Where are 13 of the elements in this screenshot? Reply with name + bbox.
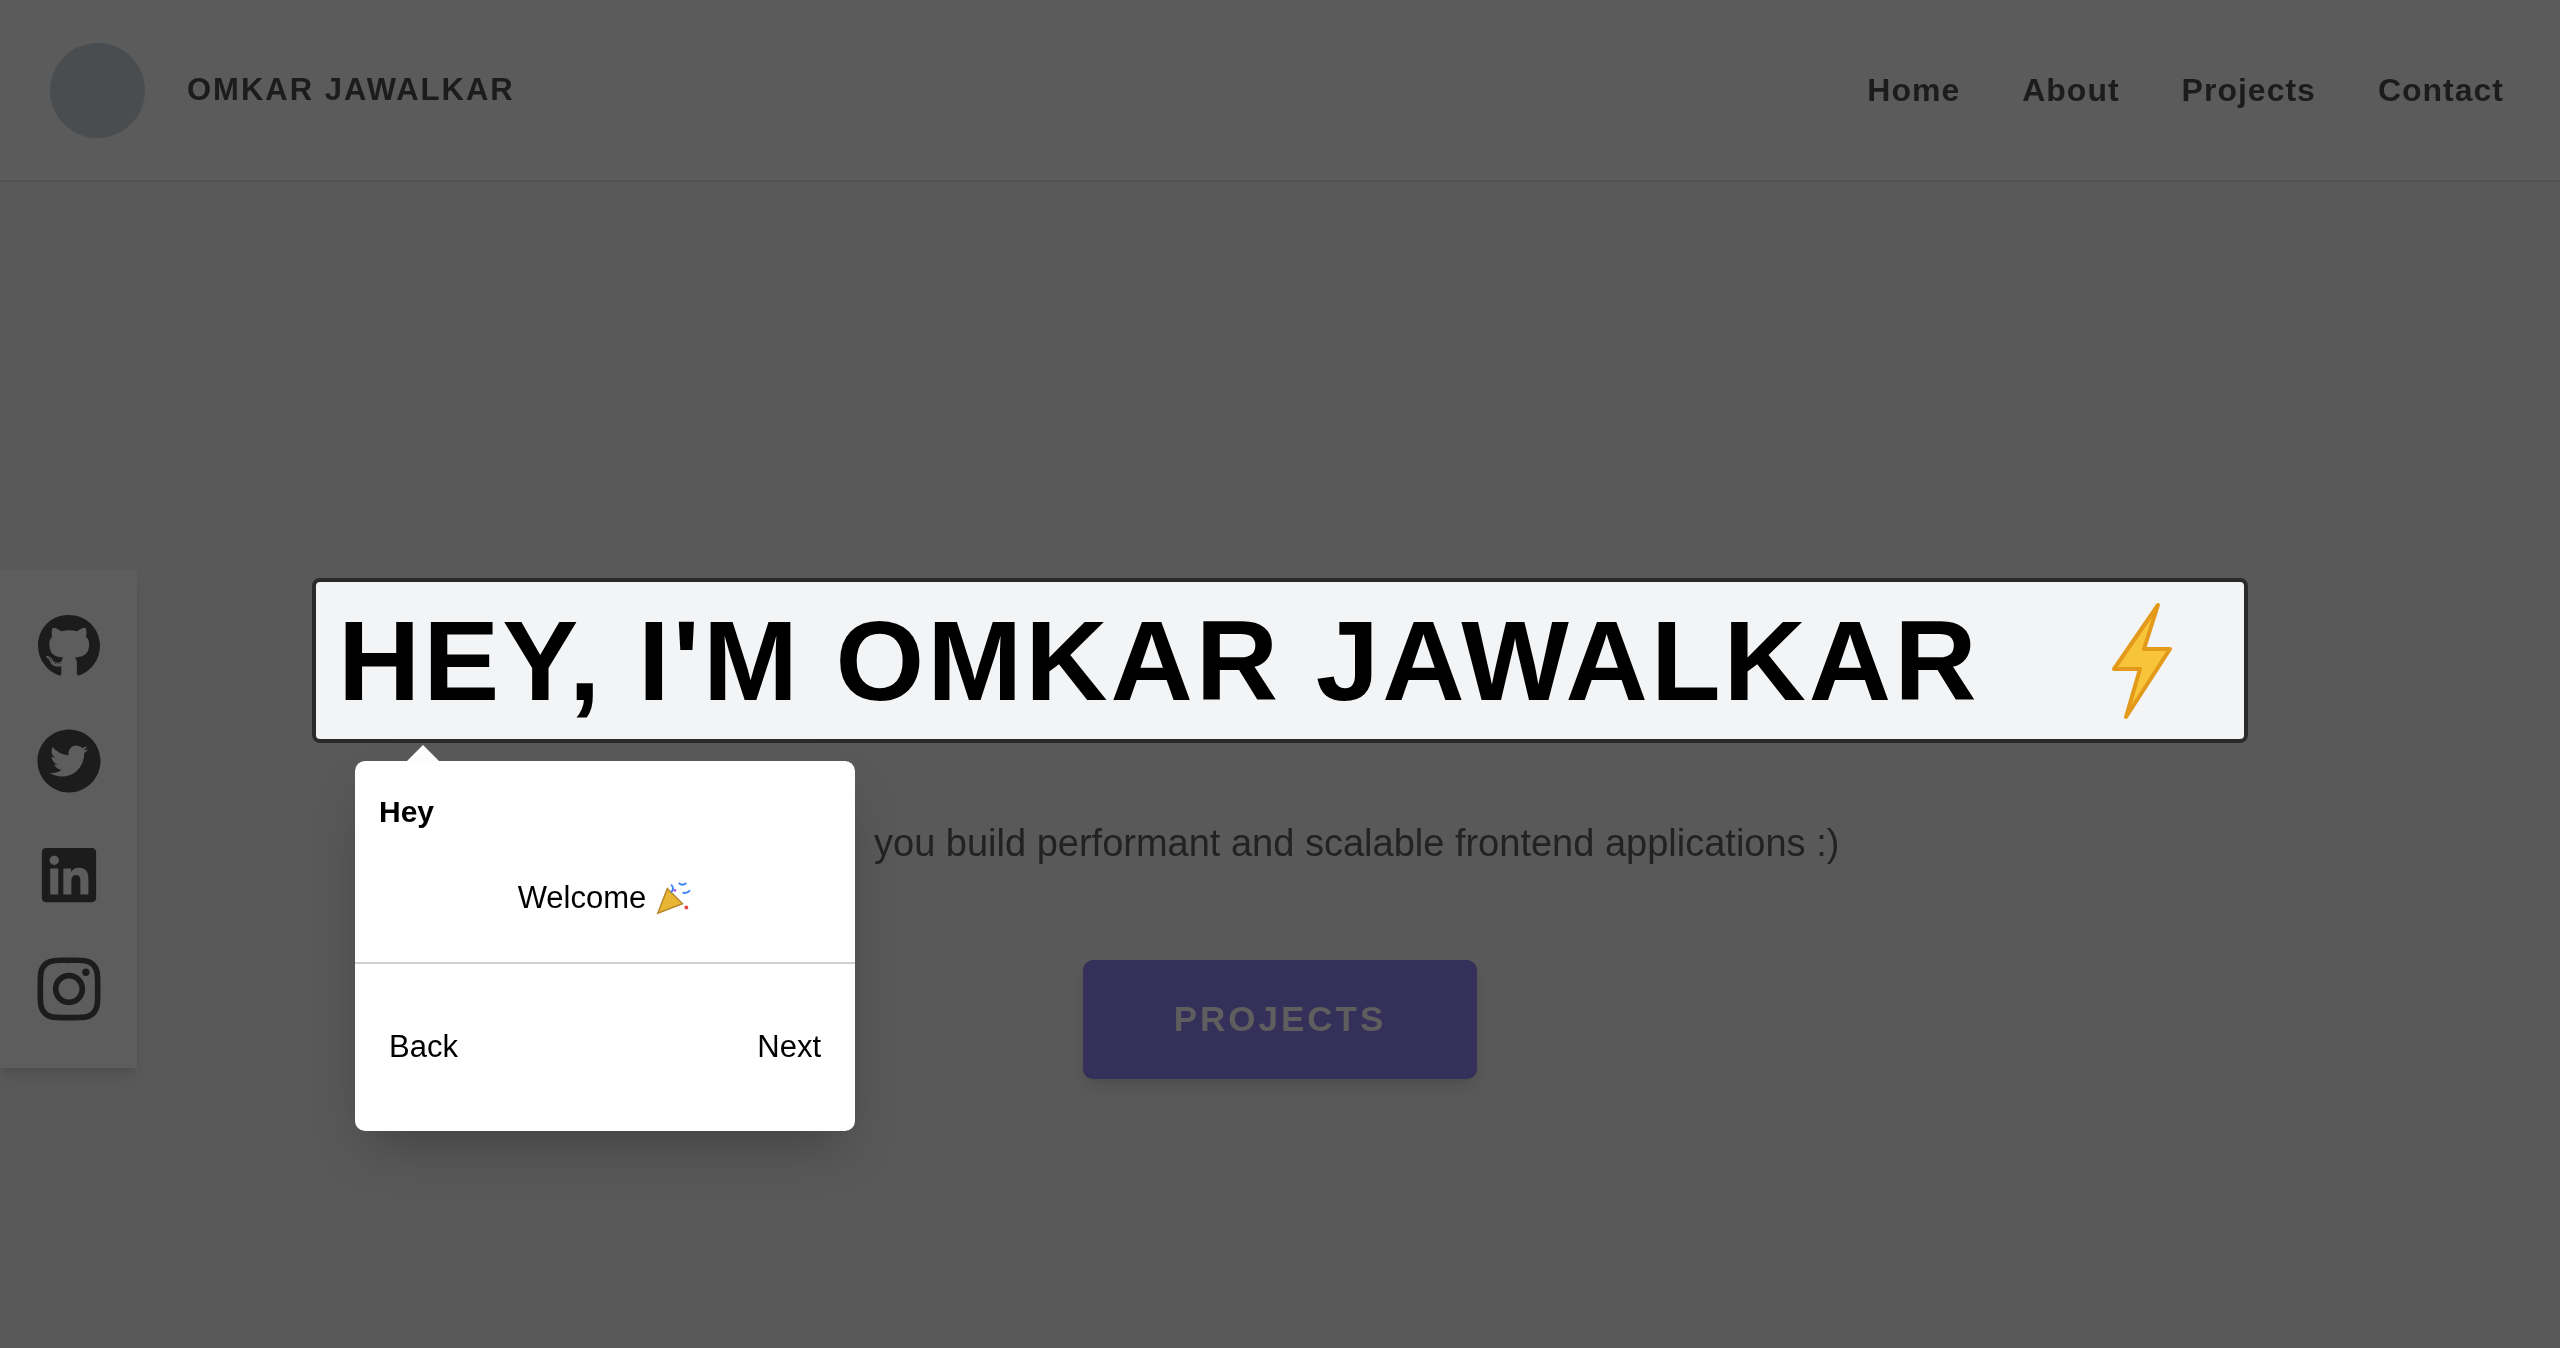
back-button[interactable]: Back	[389, 1024, 458, 1071]
nav-link[interactable]: Home	[1867, 66, 1961, 114]
nav-link[interactable]: About	[2022, 66, 2120, 114]
next-button[interactable]: Next	[757, 1024, 821, 1071]
hero-title: HEY, I'M OMKAR JAWALKAR	[338, 596, 1980, 726]
hero-subtitle: you build performant and scalable frontend applications :)	[874, 821, 1841, 866]
nav-link[interactable]: Contact	[2377, 66, 2504, 114]
github-icon[interactable]	[36, 613, 101, 678]
popup-message: Welcome	[517, 878, 647, 917]
popup-title: Hey	[379, 794, 436, 830]
nav-link[interactable]: Projects	[2181, 66, 2316, 114]
party-popper-icon	[654, 879, 693, 917]
site-name: OMKAR JAWALKAR	[187, 70, 515, 109]
